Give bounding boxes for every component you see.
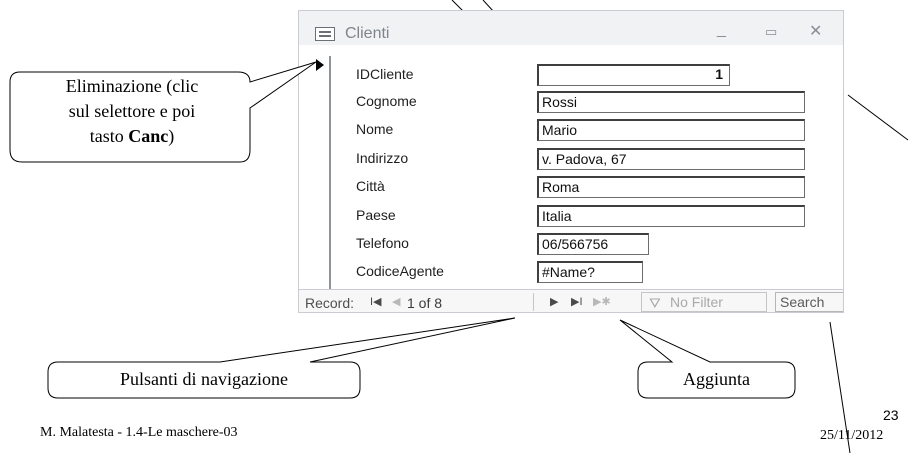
add-callout-text: Aggiunta	[683, 369, 750, 389]
footer-author: M. Malatesta - 1.4-Le maschere-03	[40, 425, 238, 440]
page-number: 23	[883, 407, 899, 423]
footer-date: 25/11/2012	[820, 428, 884, 443]
